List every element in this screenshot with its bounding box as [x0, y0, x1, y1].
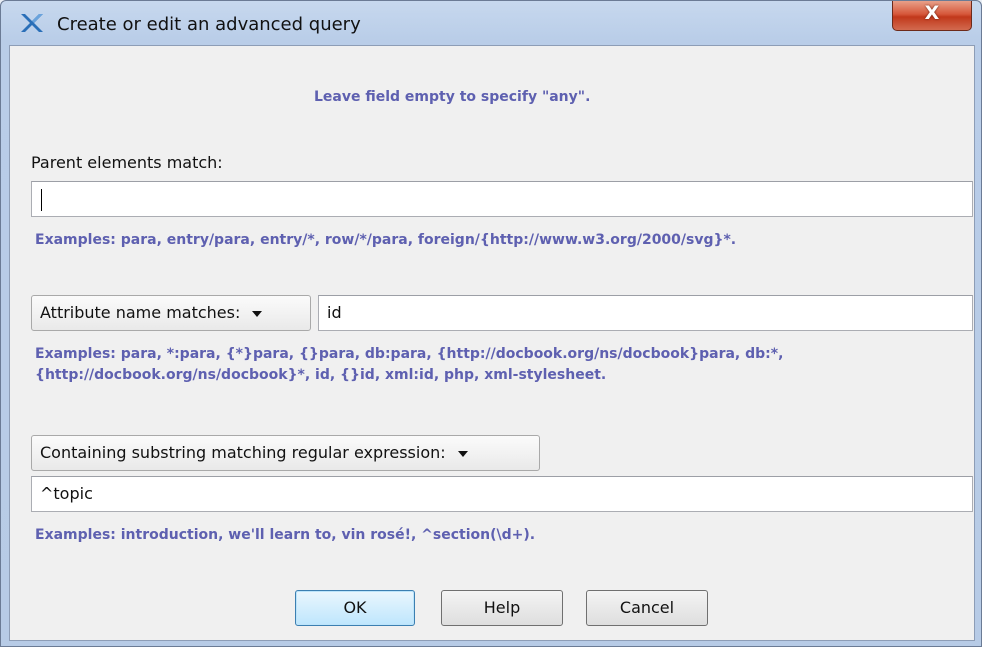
- chevron-down-icon: [457, 450, 468, 457]
- text-caret: [41, 188, 42, 211]
- title-bar[interactable]: Create or edit an advanced query X: [1, 1, 981, 45]
- chevron-down-icon: [252, 310, 263, 317]
- attribute-match-dropdown-label: Attribute name matches:: [40, 303, 241, 322]
- xml-editor-app-icon: [21, 14, 43, 32]
- dialog-content: Leave field empty to specify "any". Pare…: [9, 45, 975, 641]
- parent-elements-label: Parent elements match:: [31, 153, 223, 172]
- hint-any-text: Leave field empty to specify "any".: [314, 89, 591, 105]
- attribute-examples-line2: {http://docbook.org/ns/docbook}*, id, {}…: [35, 367, 607, 383]
- attribute-examples-line1: Examples: para, *:para, {*}para, {}para,…: [35, 346, 784, 362]
- regex-input[interactable]: ^topic: [31, 476, 973, 512]
- close-icon: X: [924, 2, 940, 24]
- content-match-dropdown-label: Containing substring matching regular ex…: [40, 443, 446, 462]
- parent-elements-input[interactable]: [31, 181, 973, 217]
- attribute-match-dropdown[interactable]: Attribute name matches:: [31, 295, 311, 331]
- cancel-button[interactable]: Cancel: [586, 590, 708, 626]
- parent-examples-text: Examples: para, entry/para, entry/*, row…: [35, 232, 737, 248]
- ok-button[interactable]: OK: [295, 590, 415, 626]
- help-button[interactable]: Help: [441, 590, 563, 626]
- regex-examples-text: Examples: introduction, we'll learn to, …: [35, 527, 536, 543]
- window-title: Create or edit an advanced query: [57, 14, 361, 35]
- attribute-name-input[interactable]: id: [318, 295, 973, 331]
- dialog-window: Create or edit an advanced query X Leave…: [0, 0, 982, 647]
- close-button[interactable]: X: [892, 1, 972, 31]
- content-match-dropdown[interactable]: Containing substring matching regular ex…: [31, 435, 540, 471]
